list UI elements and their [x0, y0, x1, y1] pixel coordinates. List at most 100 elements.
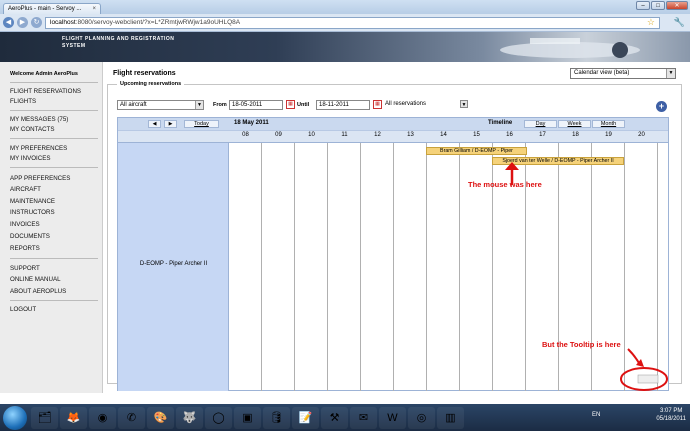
eclipse-icon[interactable]: ◯ — [205, 406, 232, 429]
sidebar-item-logout[interactable]: LOGOUT — [10, 306, 36, 313]
browser-tab[interactable]: AeroPlus - main - Servoy ... × — [3, 3, 101, 14]
view-select[interactable]: Calendar view (beta) ▼ — [570, 68, 676, 79]
hour-column[interactable] — [361, 143, 394, 391]
sidebar-item-online-manual[interactable]: ONLINE MANUAL — [10, 276, 61, 283]
paint-icon[interactable]: 🎨 — [147, 406, 174, 429]
hour-column[interactable] — [262, 143, 295, 391]
chrome-active-icon[interactable]: ◎ — [408, 406, 435, 429]
bookmark-star-icon[interactable]: ☆ — [647, 17, 655, 28]
chevron-down-icon[interactable]: ▼ — [195, 101, 203, 109]
from-label: From — [213, 102, 227, 108]
database-icon[interactable]: 🛢 — [263, 406, 290, 429]
sidebar-item-app-preferences[interactable]: APP PREFERENCES — [10, 175, 70, 182]
tools-icon[interactable]: ⚒ — [321, 406, 348, 429]
hour-column[interactable] — [328, 143, 361, 391]
gimp-icon[interactable]: 🐺 — [176, 406, 203, 429]
sidebar-item-reports[interactable]: REPORTS — [10, 245, 40, 252]
sidebar-divider — [10, 300, 98, 301]
tooltip-annotation: But the Tooltip is here — [542, 340, 621, 349]
hour-label: 17 — [539, 132, 546, 138]
word-icon[interactable]: W — [379, 406, 406, 429]
chevron-down-icon[interactable]: ▼ — [460, 100, 468, 108]
scheduler: ◀ ▶ Today 18 May 2011 Timeline Day Week … — [117, 117, 669, 391]
prev-day-button[interactable]: ◀ — [148, 120, 161, 128]
tab-title: AeroPlus - main - Servoy ... — [8, 6, 82, 12]
hour-column[interactable] — [229, 143, 262, 391]
hour-label: 16 — [506, 132, 513, 138]
next-day-button[interactable]: ▶ — [164, 120, 177, 128]
app-banner: FLIGHT PLANNING AND REGISTRATION SYSTEM — [0, 32, 690, 62]
reservation-filter-select[interactable]: All reservations ▼ — [383, 100, 468, 110]
sidebar-item-my-invoices[interactable]: MY INVOICES — [10, 155, 50, 162]
skype-icon[interactable]: ✆ — [118, 406, 145, 429]
url-input[interactable]: localhost :8080/servoy-webclient/?x=L*ZR… — [45, 16, 660, 29]
clock-date: 05/18/2011 — [656, 416, 686, 422]
language-indicator[interactable]: EN — [592, 412, 600, 418]
maximize-icon[interactable]: □ — [651, 1, 665, 10]
start-button[interactable] — [3, 405, 27, 430]
chrome-icon[interactable]: ◉ — [89, 406, 116, 429]
day-tab[interactable]: Day — [524, 120, 557, 128]
windows-taskbar: 🗂 🦊 ◉ ✆ 🎨 🐺 ◯ ▣ 🛢 📝 ⚒ ✉ W ◎ ▥ EN 3:07 PM… — [0, 404, 690, 431]
reservation-event[interactable]: Bram Gilliam / D-EOMP - Piper — [426, 147, 527, 155]
reservation-filter-value: All reservations — [385, 101, 427, 107]
sidebar-item-about[interactable]: ABOUT AEROPLUS — [10, 288, 66, 295]
sidebar-item-aircraft[interactable]: AIRCRAFT — [10, 186, 41, 193]
hour-column[interactable] — [295, 143, 328, 391]
clock[interactable]: 3:07 PM 05/18/2011 — [656, 407, 686, 423]
sidebar-item-flights[interactable]: FLIGHTS — [10, 98, 36, 105]
month-tab[interactable]: Month — [592, 120, 625, 128]
sidebar-item-flight-reservations[interactable]: FLIGHT RESERVATIONS — [10, 88, 81, 95]
sidebar-item-my-messages[interactable]: MY MESSAGES (75) — [10, 116, 68, 123]
sidebar-item-maintenance[interactable]: MAINTENANCE — [10, 198, 55, 205]
calendar-icon[interactable]: ▦ — [373, 100, 382, 109]
calendar-icon[interactable]: ▦ — [286, 100, 295, 109]
hour-label: 13 — [407, 132, 414, 138]
hour-label: 08 — [242, 132, 249, 138]
week-tab[interactable]: Week — [558, 120, 591, 128]
resource-row-label: D-EOMP - Piper Archer II — [118, 143, 229, 391]
mail-icon[interactable]: ✉ — [350, 406, 377, 429]
browser-titlebar: AeroPlus - main - Servoy ... × – □ ✕ — [0, 0, 690, 14]
sidebar-item-my-contacts[interactable]: MY CONTACTS — [10, 126, 54, 133]
aircraft-filter-select[interactable]: All aircraft ▼ — [117, 100, 204, 110]
hour-column[interactable] — [559, 143, 592, 391]
sidebar-item-documents[interactable]: DOCUMENTS — [10, 233, 50, 240]
add-reservation-button[interactable]: + — [656, 101, 667, 112]
tab-close-icon[interactable]: × — [92, 6, 96, 12]
sidebar: Welcome Admin AeroPlus FLIGHT RESERVATIO… — [0, 62, 103, 393]
explorer-icon[interactable]: 🗂 — [31, 406, 58, 429]
back-icon[interactable]: ◀ — [3, 17, 14, 28]
sidebar-item-my-preferences[interactable]: MY PREFERENCES — [10, 145, 67, 152]
hour-column[interactable] — [394, 143, 427, 391]
notepad-icon[interactable]: 📝 — [292, 406, 319, 429]
chevron-down-icon[interactable]: ▼ — [666, 69, 675, 78]
wrench-icon[interactable]: 🔧 — [674, 17, 685, 28]
from-date-input[interactable]: 18-05-2011 — [229, 100, 283, 110]
sidebar-item-support[interactable]: SUPPORT — [10, 265, 40, 272]
hour-column[interactable] — [427, 143, 460, 391]
clock-time: 3:07 PM — [660, 408, 683, 414]
reload-icon[interactable]: ↻ — [31, 17, 42, 28]
sidebar-item-invoices[interactable]: INVOICES — [10, 221, 40, 228]
sidebar-item-instructors[interactable]: INSTRUCTORS — [10, 209, 55, 216]
minimize-icon[interactable]: – — [636, 1, 650, 10]
app-icon[interactable]: ▥ — [437, 406, 464, 429]
main-panel: Flight reservations Calendar view (beta)… — [103, 62, 690, 393]
terminal-icon[interactable]: ▣ — [234, 406, 261, 429]
current-date: 18 May 2011 — [234, 120, 269, 126]
until-date-input[interactable]: 18-11-2011 — [316, 100, 370, 110]
hour-label: 11 — [341, 132, 348, 138]
timeline-tab[interactable]: Timeline — [488, 120, 512, 126]
today-button[interactable]: Today — [184, 120, 219, 128]
hour-label: 18 — [572, 132, 579, 138]
close-window-icon[interactable]: ✕ — [666, 1, 688, 10]
scheduler-toolbar: ◀ ▶ Today 18 May 2011 Timeline Day Week … — [118, 118, 668, 130]
banner-subtitle: FLIGHT PLANNING AND REGISTRATION SYSTEM — [62, 36, 175, 49]
resource-name: D-EOMP - Piper Archer II — [139, 261, 208, 267]
firefox-icon[interactable]: 🦊 — [60, 406, 87, 429]
hour-label: 12 — [374, 132, 381, 138]
address-bar-row: ◀ ▶ ↻ localhost :8080/servoy-webclient/?… — [0, 14, 690, 32]
forward-icon[interactable]: ▶ — [17, 17, 28, 28]
group-label: Upcoming reservations — [117, 81, 185, 87]
